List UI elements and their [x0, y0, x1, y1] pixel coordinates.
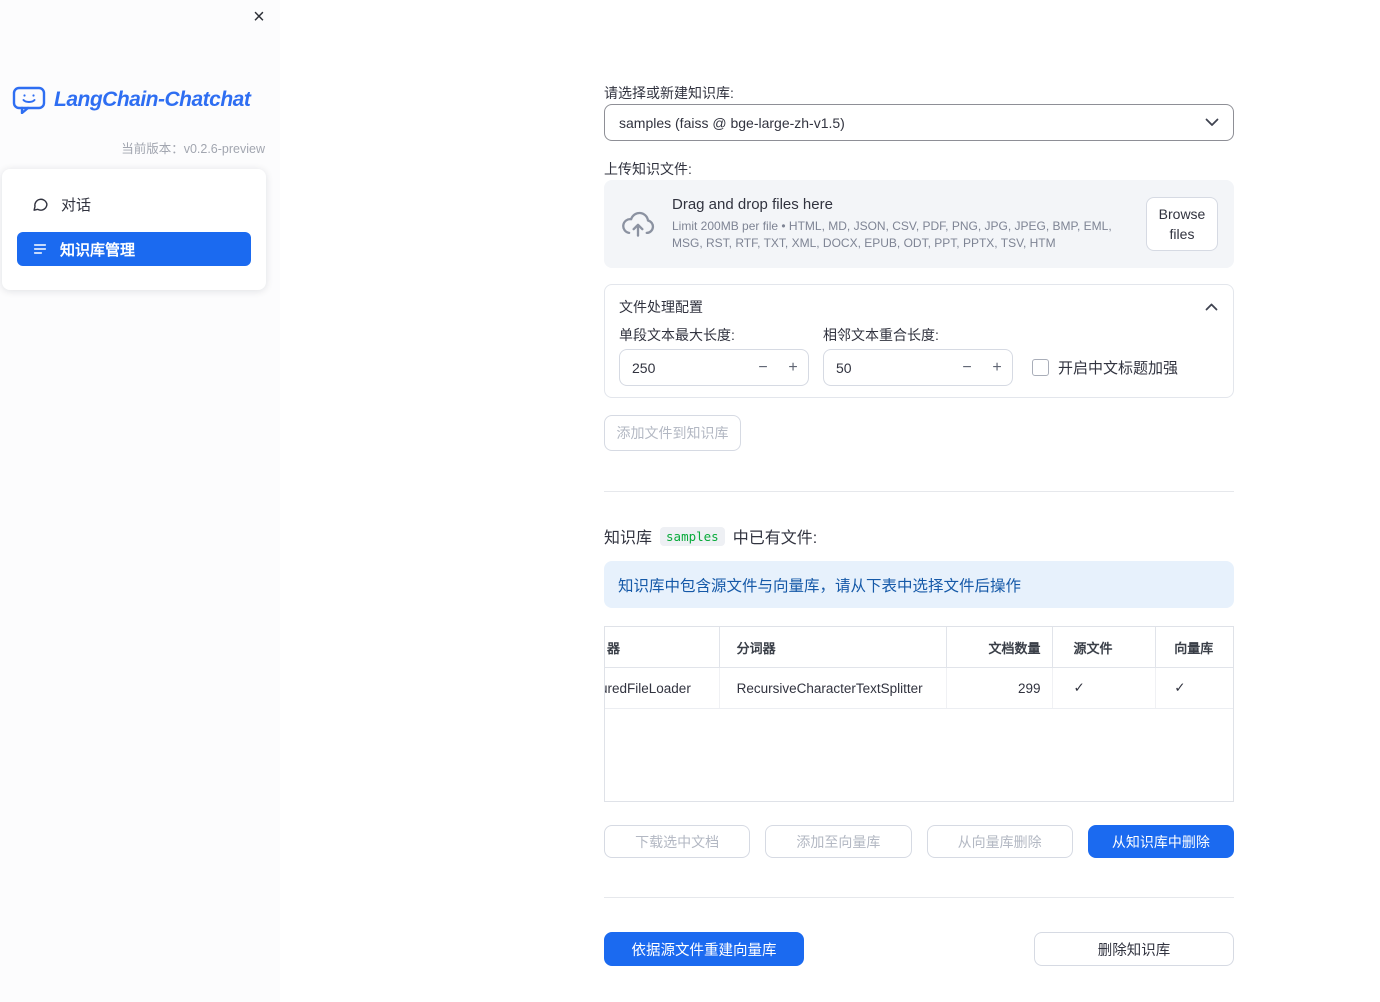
column-header-doc-count[interactable]: 文档数量	[947, 627, 1054, 667]
app-logo: LangChain-Chatchat	[12, 86, 251, 114]
main-content: 请选择或新建知识库: samples (faiss @ bge-large-zh…	[604, 0, 1234, 1002]
cell-vector-check[interactable]: ✓	[1156, 668, 1233, 708]
divider	[604, 897, 1234, 898]
sidebar-menu: 对话 知识库管理	[2, 169, 266, 290]
overlap-size-label: 相邻文本重合长度:	[823, 327, 939, 343]
table-row[interactable]: uredFileLoader RecursiveCharacterTextSpl…	[605, 668, 1233, 709]
dropzone-title: Drag and drop files here	[672, 196, 833, 214]
column-header-loader[interactable]: 器	[605, 627, 720, 667]
chunk-size-value[interactable]: 250	[632, 360, 748, 376]
chunk-size-input[interactable]: 250 − +	[619, 349, 809, 386]
chunk-size-label: 单段文本最大长度:	[619, 327, 735, 343]
files-table: 器 分词器 文档数量 源文件 向量库 uredFileLoader Recurs…	[604, 626, 1234, 802]
cell-doc-count[interactable]: 299	[947, 668, 1054, 708]
version-label: 当前版本：v0.2.6-preview	[121, 142, 265, 156]
upload-label: 上传知识文件:	[604, 161, 692, 177]
divider	[604, 491, 1234, 492]
dropzone-text: Drag and drop files here Limit 200MB per…	[672, 196, 1130, 252]
sidebar-item-label: 对话	[61, 196, 92, 214]
file-dropzone[interactable]: Drag and drop files here Limit 200MB per…	[604, 180, 1234, 268]
overlap-size-increment-button[interactable]: +	[982, 350, 1012, 385]
delete-from-kb-button[interactable]: 从知识库中删除	[1087, 825, 1234, 858]
overlap-size-value[interactable]: 50	[836, 360, 952, 376]
cell-source-check[interactable]: ✓	[1053, 668, 1157, 708]
existing-files-suffix: 中已有文件:	[732, 530, 818, 547]
file-config-title: 文件处理配置	[619, 299, 703, 315]
column-header-vector-store[interactable]: 向量库	[1156, 627, 1233, 667]
chat-bubble-icon	[33, 198, 48, 211]
app-root: × LangChain-Chatchat 当前版本：v0.2.6-preview…	[0, 0, 1380, 1002]
kb-selectbox-value: samples (faiss @ bge-large-zh-v1.5)	[619, 114, 845, 131]
logo-text: LangChain-Chatchat	[54, 88, 251, 111]
kb-name-code: samples	[660, 526, 725, 546]
existing-files-heading: 知识库 samples 中已有文件:	[604, 524, 817, 548]
chevron-down-icon[interactable]	[1205, 118, 1219, 127]
cell-loader[interactable]: uredFileLoader	[605, 668, 720, 708]
download-selected-button[interactable]: 下载选中文档	[604, 825, 751, 858]
column-header-splitter[interactable]: 分词器	[720, 627, 947, 667]
existing-files-prefix: 知识库	[604, 530, 653, 547]
info-alert: 知识库中包含源文件与向量库，请从下表中选择文件后操作	[604, 561, 1234, 608]
browse-files-button[interactable]: Browse files	[1146, 196, 1218, 252]
chevron-up-icon[interactable]	[1205, 303, 1218, 311]
overlap-size-decrement-button[interactable]: −	[952, 350, 982, 385]
files-table-header[interactable]: 器 分词器 文档数量 源文件 向量库	[605, 627, 1233, 668]
sidebar-item-dialogue[interactable]: 对话	[17, 187, 251, 221]
add-to-vector-store-button[interactable]: 添加至向量库	[765, 825, 912, 858]
cell-splitter[interactable]: RecursiveCharacterTextSplitter	[720, 668, 947, 708]
add-files-to-kb-button[interactable]: 添加文件到知识库	[604, 415, 741, 451]
sidebar-item-kb-management[interactable]: 知识库管理	[17, 232, 251, 266]
file-config-expander-header[interactable]: 文件处理配置	[605, 285, 1233, 317]
logo-chat-icon	[12, 86, 46, 114]
sidebar-close-icon[interactable]: ×	[248, 6, 270, 28]
checkbox-icon[interactable]	[1032, 359, 1049, 376]
file-config-expander: 文件处理配置 单段文本最大长度: 相邻文本重合长度: 250 − + 50 − …	[604, 284, 1234, 398]
sidebar: × LangChain-Chatchat 当前版本：v0.2.6-preview…	[0, 0, 280, 1002]
kb-selectbox[interactable]: samples (faiss @ bge-large-zh-v1.5)	[604, 104, 1234, 141]
file-action-buttons: 下载选中文档 添加至向量库 从向量库删除 从知识库中删除	[604, 825, 1234, 858]
column-header-source-file[interactable]: 源文件	[1053, 627, 1157, 667]
chunk-size-decrement-button[interactable]: −	[748, 350, 778, 385]
dropzone-limits: Limit 200MB per file • HTML, MD, JSON, C…	[672, 219, 1112, 250]
zh-title-enhance-label: 开启中文标题加强	[1058, 360, 1179, 377]
zh-title-enhance-checkbox[interactable]: 开启中文标题加强	[1032, 357, 1178, 378]
knowledge-base-icon	[33, 244, 47, 254]
sidebar-item-label: 知识库管理	[60, 241, 136, 259]
delete-from-vector-store-button[interactable]: 从向量库删除	[926, 825, 1073, 858]
overlap-size-input[interactable]: 50 − +	[823, 349, 1013, 386]
cloud-upload-icon	[622, 211, 655, 237]
kb-select-label: 请选择或新建知识库:	[604, 85, 734, 101]
rebuild-vector-store-button[interactable]: 依据源文件重建向量库	[604, 932, 804, 966]
delete-kb-button[interactable]: 删除知识库	[1034, 932, 1234, 966]
chunk-size-increment-button[interactable]: +	[778, 350, 808, 385]
info-alert-text: 知识库中包含源文件与向量库，请从下表中选择文件后操作	[618, 577, 1022, 595]
